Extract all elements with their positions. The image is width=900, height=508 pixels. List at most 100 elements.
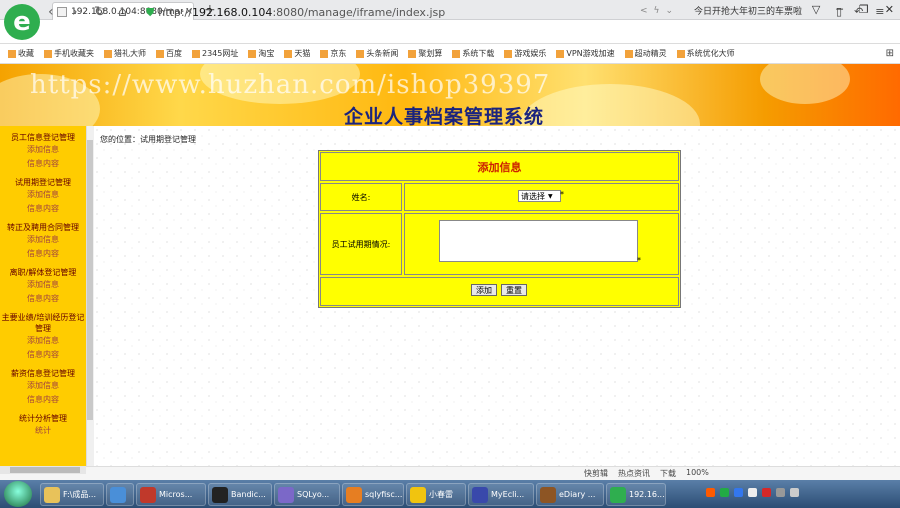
sidebar-item[interactable]: 添加信息 [0, 379, 86, 393]
sidebar-group-title[interactable]: 薪资信息登记管理 [0, 362, 86, 379]
status-items: 快剪辑 热点资讯 下载 100% [584, 468, 709, 479]
bookmark-item[interactable]: 京东 [320, 48, 346, 59]
dropdown-icon[interactable]: ⌄ [665, 6, 673, 16]
sidebar-group-title[interactable]: 离职/解体登记管理 [0, 261, 86, 278]
reload-button[interactable]: ↻ [94, 4, 106, 20]
taskbar-item[interactable]: MyEcli... [468, 483, 534, 506]
bookmark-label: 京东 [330, 49, 347, 58]
add-button[interactable]: 添加 [471, 284, 497, 296]
hot-news-item[interactable]: 热点资讯 [618, 468, 650, 479]
bookmark-item[interactable]: VPN游戏加速 [556, 48, 615, 59]
forward-button[interactable]: › [72, 4, 78, 20]
taskbar-item[interactable]: SQLyo... [274, 483, 340, 506]
sidebar-item[interactable]: 信息内容 [0, 348, 86, 362]
sidebar-group-title[interactable]: 转正及聘用合同管理 [0, 216, 86, 233]
bookmark-item[interactable]: 收藏 [8, 48, 34, 59]
taskbar-app-icon [540, 486, 556, 503]
sidebar-group-title[interactable]: 主要业绩/培训经历登记管理 [0, 306, 86, 334]
taskbar-app-icon [278, 486, 294, 503]
taskbar-item[interactable]: 小春雷 [406, 483, 466, 506]
bookmark-label: 系统下载 [462, 49, 495, 58]
quick-clip-item[interactable]: 快剪辑 [584, 468, 608, 479]
home-button[interactable]: ⌂ [118, 4, 127, 20]
sidebar-item[interactable]: 信息内容 [0, 247, 86, 261]
bookmark-item[interactable]: 手机收藏夹 [44, 48, 94, 59]
bookmark-item[interactable]: 天猫 [284, 48, 310, 59]
status-bar [0, 466, 900, 480]
trial-label: 员工试用期情况: [331, 239, 391, 249]
tray-app-icon[interactable] [748, 488, 757, 497]
trial-situation-textarea[interactable] [439, 220, 638, 262]
sidebar-menu: 员工信息登记管理 添加信息 信息内容 试用期登记管理 添加信息 信息内容 转正及聘用合同管理… [0, 126, 86, 466]
taskbar-item-label: MyEcli... [491, 490, 525, 499]
employee-name-select[interactable]: 请选择 ▼ [518, 190, 561, 202]
reset-button[interactable]: 重置 [501, 284, 527, 296]
watermark-text: https://www.huzhan.com/ishop39397 [30, 70, 551, 100]
bookmark-item[interactable]: 超动精灵 [624, 48, 667, 59]
name-label: 姓名: [351, 192, 371, 202]
bookmark-icon[interactable]: ▯ [836, 5, 842, 18]
bookmark-item[interactable]: 淘宝 [248, 48, 274, 59]
bookmark-item[interactable]: 2345网址 [192, 48, 238, 59]
browser-logo-icon[interactable]: e [4, 4, 40, 40]
taskbar-item[interactable]: Micros... [136, 483, 206, 506]
zoom-level[interactable]: 100% [686, 468, 709, 479]
back-button[interactable]: ‹ [48, 4, 54, 20]
bookmark-item[interactable]: 系统优化大师 [676, 48, 735, 59]
network-icon[interactable] [776, 488, 785, 497]
volume-icon[interactable] [790, 488, 799, 497]
menu-icon[interactable]: ≡ [875, 5, 884, 18]
taskbar-item[interactable] [106, 483, 134, 506]
bookmark-label: 聚划算 [418, 49, 443, 58]
bookmark-item[interactable]: 游戏娱乐 [504, 48, 546, 59]
bookmark-label: VPN游戏加速 [566, 49, 615, 58]
taskbar-item[interactable]: eDiary ... [536, 483, 604, 506]
sidebar-item[interactable]: 统计 [0, 424, 86, 438]
bookmark-favicon-icon [248, 49, 257, 58]
start-button-icon[interactable] [4, 481, 32, 507]
horizontal-scroll-thumb[interactable] [10, 467, 80, 473]
tray-app-icon[interactable] [706, 488, 715, 497]
news-ticker[interactable]: 今日开抢大年初三的车票啦 [694, 4, 834, 21]
sidebar-group-title[interactable]: 试用期登记管理 [0, 171, 86, 188]
url-action-icons: < ϟ ⌄ [640, 6, 673, 16]
taskbar-item[interactable]: sqlyfisc... [342, 483, 404, 506]
taskbar-item[interactable]: Bandic... [208, 483, 272, 506]
scrollbar-thumb[interactable] [87, 140, 93, 420]
share-icon[interactable]: < [640, 6, 648, 16]
bookmark-item[interactable]: 头条新闻 [356, 48, 398, 59]
bookmark-item[interactable]: 百度 [156, 48, 182, 59]
undo-icon[interactable]: ↶ [854, 5, 863, 18]
sidebar-group: 员工信息登记管理 添加信息 信息内容 [0, 126, 86, 171]
sidebar-item[interactable]: 添加信息 [0, 278, 86, 292]
tray-app-icon[interactable] [762, 488, 771, 497]
bookmark-favicon-icon [8, 49, 16, 58]
sidebar-item[interactable]: 信息内容 [0, 393, 86, 407]
bookmark-item[interactable]: 系统下载 [452, 48, 494, 59]
bookmark-favicon-icon [356, 49, 365, 58]
sidebar-item[interactable]: 信息内容 [0, 292, 86, 306]
bookmark-item[interactable]: 猎礼大师 [104, 48, 146, 59]
bookmark-favicon-icon [284, 49, 293, 58]
sidebar-item[interactable]: 添加信息 [0, 334, 86, 348]
bookmark-favicon-icon [556, 49, 565, 58]
taskbar-app-icon [212, 486, 228, 503]
tray-app-icon[interactable] [734, 488, 743, 497]
apps-icon[interactable]: ⊞ [886, 48, 894, 59]
download-item[interactable]: 下载 [660, 468, 676, 479]
url-field[interactable]: ⛊ http://192.168.0.104:8080/manage/ifram… [146, 4, 664, 21]
sidebar-group-title[interactable]: 员工信息登记管理 [0, 126, 86, 143]
sidebar-item[interactable]: 信息内容 [0, 157, 86, 171]
sidebar-item[interactable]: 添加信息 [0, 188, 86, 202]
sidebar-item[interactable]: 添加信息 [0, 143, 86, 157]
close-window-button[interactable]: ✕ [885, 3, 894, 16]
tray-app-icon[interactable] [720, 488, 729, 497]
bookmark-item[interactable]: 聚划算 [408, 48, 442, 59]
sidebar-item[interactable]: 添加信息 [0, 233, 86, 247]
sidebar-item[interactable]: 信息内容 [0, 202, 86, 216]
taskbar-item[interactable]: 192.16... [606, 483, 666, 506]
taskbar-item[interactable]: F:\成品... [40, 483, 104, 506]
sidebar-group-title[interactable]: 统计分析管理 [0, 407, 86, 424]
lightning-icon[interactable]: ϟ [654, 6, 660, 16]
bookmark-favicon-icon [676, 49, 685, 58]
